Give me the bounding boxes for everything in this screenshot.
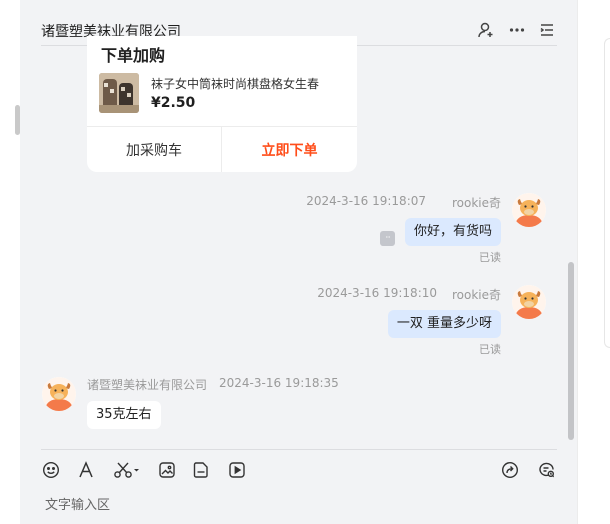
- message-more-icon[interactable]: ···: [380, 231, 395, 246]
- message-time: 2024-3-16 19:18:07: [306, 194, 426, 208]
- message-sender: rookie奇: [451, 196, 501, 210]
- product-price: ¥2.50: [151, 95, 196, 111]
- scissors-icon[interactable]: [112, 460, 142, 480]
- order-now-button[interactable]: 立即下单: [222, 127, 357, 172]
- product-card-title: 下单加购: [101, 46, 166, 65]
- right-panel-fragment: [604, 38, 610, 348]
- list-icon[interactable]: [537, 20, 557, 40]
- chat-scrollbar[interactable]: [568, 262, 574, 440]
- video-icon[interactable]: [227, 460, 247, 480]
- left-pane: [0, 0, 20, 524]
- emoji-icon[interactable]: [41, 460, 61, 480]
- read-status: 已读: [479, 251, 501, 264]
- message-bubble[interactable]: 一双 重量多少呀: [387, 310, 501, 338]
- add-to-cart-button[interactable]: 加采购车: [87, 127, 221, 172]
- right-pane-edge: [577, 0, 578, 524]
- product-name[interactable]: 袜子女中筒袜时尚棋盘格女生春: [151, 75, 351, 92]
- chat-history-icon[interactable]: [537, 460, 557, 480]
- chat-panel: 诸暨塑美袜业有限公司 下单加购 袜子女中筒袜时尚棋盘格女生春 ¥2.50 加采购…: [20, 0, 577, 524]
- avatar[interactable]: [42, 377, 76, 411]
- add-contact-icon[interactable]: [476, 20, 496, 40]
- product-thumbnail[interactable]: [99, 73, 139, 113]
- share-icon[interactable]: [500, 460, 520, 480]
- read-status: 已读: [479, 343, 501, 356]
- more-icon[interactable]: [507, 20, 527, 40]
- message-bubble[interactable]: 你好，有货吗: [404, 218, 501, 246]
- avatar[interactable]: [512, 193, 546, 227]
- compose-divider: [41, 449, 557, 450]
- message-time: 2024-3-16 19:18:35: [219, 376, 339, 390]
- avatar[interactable]: [512, 285, 546, 319]
- message-time: 2024-3-16 19:18:10: [317, 286, 437, 300]
- message-sender: rookie奇: [451, 288, 501, 302]
- message-input[interactable]: 文字输入区: [45, 494, 110, 513]
- message-bubble[interactable]: 35克左右: [87, 401, 161, 429]
- message-sender: 诸暨塑美袜业有限公司: [87, 378, 208, 392]
- file-icon[interactable]: [191, 460, 211, 480]
- right-pane: [577, 0, 610, 524]
- product-card: 下单加购 袜子女中筒袜时尚棋盘格女生春 ¥2.50 加采购车 立即下单: [87, 36, 357, 172]
- image-icon[interactable]: [157, 460, 177, 480]
- font-icon[interactable]: [76, 460, 96, 480]
